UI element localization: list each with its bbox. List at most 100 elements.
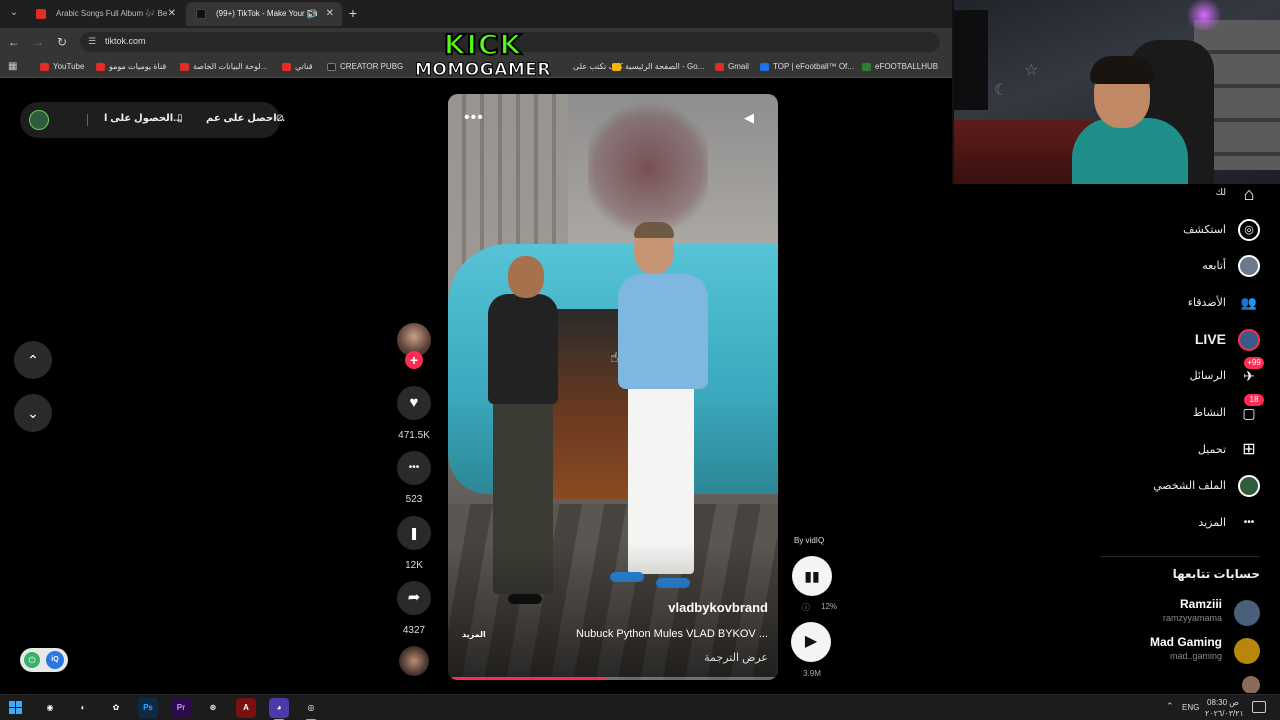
clock[interactable]: 08:30 ص ٢٠٢٦/٠٣/٢١ — [1205, 697, 1244, 719]
bookmark-item[interactable]: TOP | eFootball™ Of... — [760, 60, 854, 74]
taskbar-app-icon[interactable]: ◉ — [40, 698, 60, 718]
account-handle: mad..gaming — [1169, 651, 1222, 661]
tray-chevron-icon[interactable]: ⌃ — [1166, 701, 1174, 712]
profile-avatar-icon — [1238, 475, 1260, 497]
previous-video-button[interactable]: ⌃ — [14, 341, 52, 379]
video-player[interactable]: ••• ◀ vladbykovbrand Nubuck Python Mules… — [448, 94, 778, 680]
sidebar-item-label: الملف الشخصي — [1153, 480, 1226, 492]
sidebar-item-live[interactable]: LIVE — [1030, 328, 1260, 352]
sidebar-item-for-you[interactable]: لك ⌂ — [1030, 182, 1260, 206]
coin-icon: ⊘ — [275, 113, 285, 124]
webcam-scene-star: ☆ — [1024, 62, 1039, 79]
sidebar-item-upload[interactable]: تحميل ⊞ — [1030, 438, 1260, 462]
tab-close-icon[interactable]: ✕ — [168, 2, 176, 26]
tab-search-chevron-icon[interactable]: ⌄ — [6, 5, 22, 21]
comment-button[interactable]: ••• — [397, 451, 431, 485]
volume-icon[interactable]: ◀ — [744, 110, 754, 126]
bookmark-label: eFOOTBALLHUB — [875, 62, 939, 71]
vidiq-stats-button[interactable]: ▮▮ — [792, 556, 832, 596]
sidebar-item-activity[interactable]: النشاط ▢ 18 — [1030, 394, 1264, 425]
sidebar-item-messages[interactable]: الرسائل ✈ +99 — [1030, 357, 1264, 388]
bookmark-item[interactable]: لوحة البيانات الخاصة... — [180, 60, 267, 74]
taskbar-app-icon[interactable]: ⊛ — [203, 698, 223, 718]
sidebar-item-label: الرسائل — [1189, 370, 1226, 382]
sidebar-item-label: الأصدقاء — [1187, 297, 1226, 309]
following-account-item[interactable] — [1060, 673, 1260, 693]
google-drive-icon — [612, 63, 621, 71]
following-avatar-icon — [1238, 255, 1260, 277]
info-icon[interactable]: ⓘ — [802, 602, 810, 613]
bookmark-item[interactable]: قناة يوميات مومو — [96, 60, 166, 74]
comment-count: 523 — [405, 494, 423, 505]
save-button[interactable]: ❚ — [397, 516, 431, 550]
bookmark-item[interactable]: قناتي — [282, 60, 313, 74]
sidebar-item-label: المزيد — [1198, 517, 1226, 529]
video-progress-bar[interactable] — [448, 677, 778, 680]
new-tab-button[interactable]: + — [345, 5, 361, 21]
youtube-icon — [180, 63, 189, 71]
next-video-button[interactable]: ⌄ — [14, 394, 52, 432]
vidiq-attribution: By vidIQ — [794, 536, 825, 545]
site-info-icon[interactable]: ☰ — [88, 36, 98, 46]
account-avatar — [1234, 600, 1260, 626]
see-translation-link[interactable]: عرض الترجمة — [704, 651, 768, 664]
bookmark-label: Gmail — [728, 62, 749, 71]
get-app-link[interactable]: الحصول على ا... — [104, 113, 182, 124]
follow-plus-icon[interactable]: + — [405, 351, 423, 369]
account-name: Mad Gaming — [1149, 635, 1222, 649]
windows-start-icon[interactable] — [9, 701, 22, 714]
chrome-icon[interactable]: ◎ — [301, 698, 321, 720]
streamer-webcam: ☾ ☆ — [952, 0, 1280, 184]
vidiq-extension-toggle[interactable]: ⏻ iQ — [20, 648, 68, 672]
share-icon: ➦ — [407, 589, 421, 606]
browser-tab-tiktok[interactable]: (99+) TikTok - Make Your Da 🔊 ✕ — [186, 2, 342, 26]
taskbar-app-icon[interactable]: ◐ — [73, 698, 93, 718]
sidebar-item-explore[interactable]: استكشف ◎ — [1030, 218, 1260, 242]
save-count: 12K — [405, 560, 423, 571]
account-avatar — [1234, 638, 1260, 664]
browser-tab-music[interactable]: Arabic Songs Full Album 🎶 Be ✕ — [26, 2, 184, 26]
bookmark-item[interactable]: eFOOTBALLHUB — [862, 60, 938, 74]
taskbar-app-icon[interactable]: A — [236, 698, 256, 718]
sidebar-item-following[interactable]: أتابعه — [1030, 254, 1260, 278]
taskbar-app-icon[interactable]: ✿ — [106, 698, 126, 718]
bookmark-item[interactable]: CREATOR PUBG — [327, 60, 403, 74]
notification-icon[interactable] — [1252, 701, 1266, 713]
bookmark-item[interactable]: Gmail — [715, 60, 749, 74]
user-avatar[interactable] — [29, 110, 49, 130]
apps-grid-icon[interactable]: ▦ — [8, 61, 20, 73]
url-text: tiktok.com — [105, 36, 146, 46]
music-disc-avatar[interactable] — [399, 646, 429, 676]
premiere-icon[interactable]: Pr — [171, 698, 191, 718]
following-account-item[interactable]: Mad Gaming mad..gaming — [1060, 635, 1260, 667]
back-arrow-icon[interactable]: ← — [6, 34, 22, 50]
tab-audio-icon[interactable]: 🔊 — [307, 2, 318, 26]
sidebar-item-more[interactable]: المزيد ••• — [1030, 511, 1260, 535]
tab-close-icon[interactable]: ✕ — [326, 2, 334, 26]
reload-icon[interactable]: ↻ — [54, 34, 70, 50]
following-account-item[interactable]: Ramziii ramzyyamama — [1060, 597, 1260, 629]
sidebar-item-profile[interactable]: الملف الشخصي — [1030, 474, 1260, 498]
input-language[interactable]: ENG — [1182, 703, 1199, 712]
share-button[interactable]: ➦ — [397, 581, 431, 615]
views-play-button[interactable]: ▶ — [791, 622, 831, 662]
forward-arrow-icon[interactable]: → — [30, 34, 46, 50]
sidebar-item-label: لك — [1215, 187, 1226, 197]
see-more-link[interactable]: المزيد — [462, 630, 486, 639]
power-icon: ⏻ — [24, 652, 40, 668]
video-scene-person — [618, 274, 708, 389]
comment-icon: ••• — [408, 462, 420, 473]
bookmark-label: قناة يوميات مومو — [109, 62, 167, 71]
taskbar-app-icon[interactable]: ◕ — [269, 698, 289, 720]
photoshop-icon[interactable]: Ps — [138, 698, 158, 718]
bookmark-item[interactable]: الصفحة الرئيسية - Go... — [612, 60, 704, 74]
webcam-scene-person — [1090, 56, 1154, 84]
video-menu-icon[interactable]: ••• — [464, 110, 484, 126]
bookmark-item[interactable]: YouTube — [40, 60, 84, 74]
sidebar-item-friends[interactable]: الأصدقاء 👥 — [1030, 291, 1260, 315]
like-button[interactable]: ♥ — [397, 386, 431, 420]
video-author[interactable]: vladbykovbrand — [668, 600, 768, 615]
play-icon: ▶ — [804, 633, 818, 650]
heart-icon: ♥ — [409, 394, 419, 411]
video-description: Nubuck Python Mules VLAD BYKOV ... — [576, 628, 768, 640]
